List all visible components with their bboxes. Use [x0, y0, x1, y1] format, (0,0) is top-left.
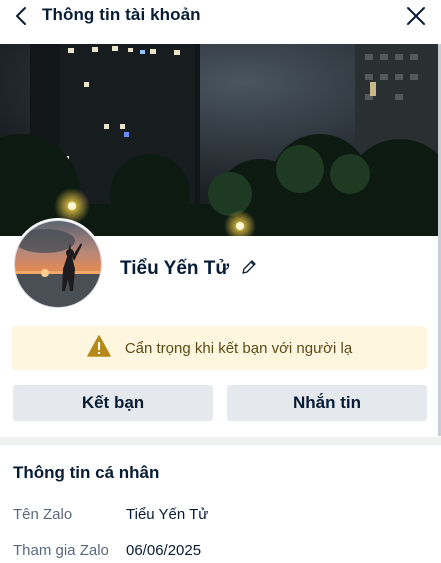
personal-info-title: Thông tin cá nhân: [13, 463, 160, 482]
edit-name-button[interactable]: [238, 258, 260, 280]
send-message-button[interactable]: Nhắn tin: [227, 385, 427, 421]
avatar-image: [14, 220, 102, 308]
close-button[interactable]: [401, 3, 431, 33]
profile-display-name: Tiểu Yến Tử: [120, 258, 230, 279]
section-divider: [0, 437, 441, 445]
info-value-joined: 06/06/2025: [126, 542, 202, 559]
dialog-header: Thông tin tài khoản: [0, 0, 441, 44]
chevron-left-icon: [14, 6, 30, 31]
cover-photo[interactable]: [0, 44, 441, 236]
dialog-title: Thông tin tài khoản: [42, 5, 201, 24]
close-icon: [406, 6, 426, 31]
warning-triangle-icon: [87, 334, 111, 362]
add-friend-button[interactable]: Kết bạn: [13, 385, 213, 421]
info-value-zalo-name: Tiểu Yến Tử: [126, 506, 209, 523]
info-label-zalo-name: Tên Zalo: [13, 506, 73, 523]
avatar[interactable]: [12, 218, 104, 310]
account-info-dialog: Thông tin tài khoản Tiểu Yến Tử Cẩn trọn…: [0, 0, 441, 563]
warning-text: Cẩn trọng khi kết bạn với người lạ: [124, 339, 353, 357]
pencil-icon: [241, 259, 257, 280]
stranger-warning-banner: Cẩn trọng khi kết bạn với người lạ: [12, 326, 427, 370]
back-button[interactable]: [8, 4, 36, 32]
info-label-joined: Tham gia Zalo: [13, 542, 109, 559]
